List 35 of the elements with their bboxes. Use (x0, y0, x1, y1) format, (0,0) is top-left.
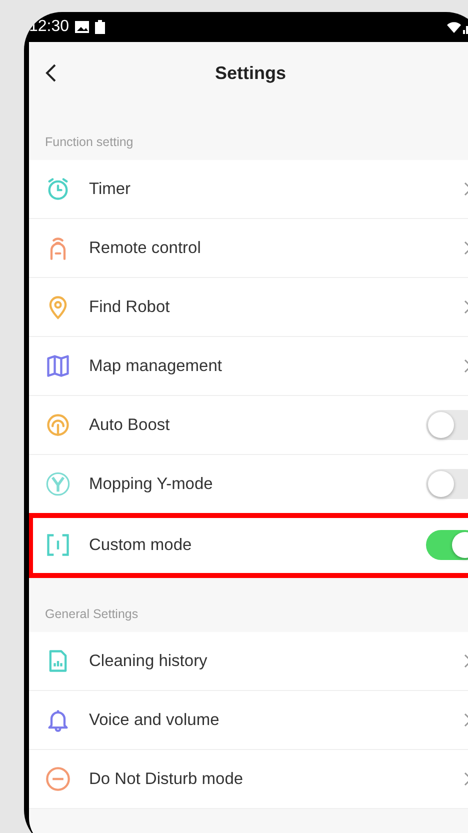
page-title: Settings (214, 63, 286, 83)
bracket-icon (45, 532, 71, 558)
row-label: Custom mode (89, 536, 192, 554)
wifi-signal-icon (446, 20, 468, 34)
settings-row[interactable]: Auto Boost (29, 396, 468, 455)
gauge-icon (45, 412, 71, 438)
row-label: Remote control (89, 238, 201, 258)
folded-map-icon (45, 353, 71, 379)
section-header: General Settings (45, 607, 138, 621)
image-icon (75, 21, 90, 33)
row-label: Map management (89, 356, 222, 376)
settings-row[interactable]: Timer (29, 160, 468, 219)
settings-row[interactable]: Do Not Disturb mode (29, 750, 468, 809)
toggle-switch[interactable] (426, 530, 468, 560)
row-label: Mopping Y-mode (89, 474, 213, 494)
settings-row[interactable]: Find Robot (29, 278, 468, 337)
battery-icon (95, 20, 106, 34)
toggle-switch[interactable] (426, 469, 468, 499)
toggle-switch[interactable] (426, 410, 468, 440)
row-label: Do Not Disturb mode (89, 770, 244, 788)
minus-circle-icon (45, 766, 71, 792)
row-label: Voice and volume (89, 710, 220, 730)
row-label: Cleaning history (89, 652, 208, 670)
settings-row[interactable]: Mopping Y-mode (29, 455, 468, 514)
section-header: Function setting (45, 135, 134, 149)
row-label: Timer (89, 180, 131, 198)
alarm-clock-icon (45, 176, 71, 202)
row-label: Find Robot (89, 298, 170, 316)
settings-row[interactable]: Voice and volume (29, 691, 468, 750)
settings-row[interactable]: Remote control (29, 219, 468, 278)
settings-row[interactable]: Custom mode (29, 514, 468, 577)
row-label: Auto Boost (89, 416, 170, 434)
letter-y-icon (45, 471, 71, 497)
settings-row[interactable]: Cleaning history (29, 632, 468, 691)
settings-row[interactable]: Map management (29, 337, 468, 396)
